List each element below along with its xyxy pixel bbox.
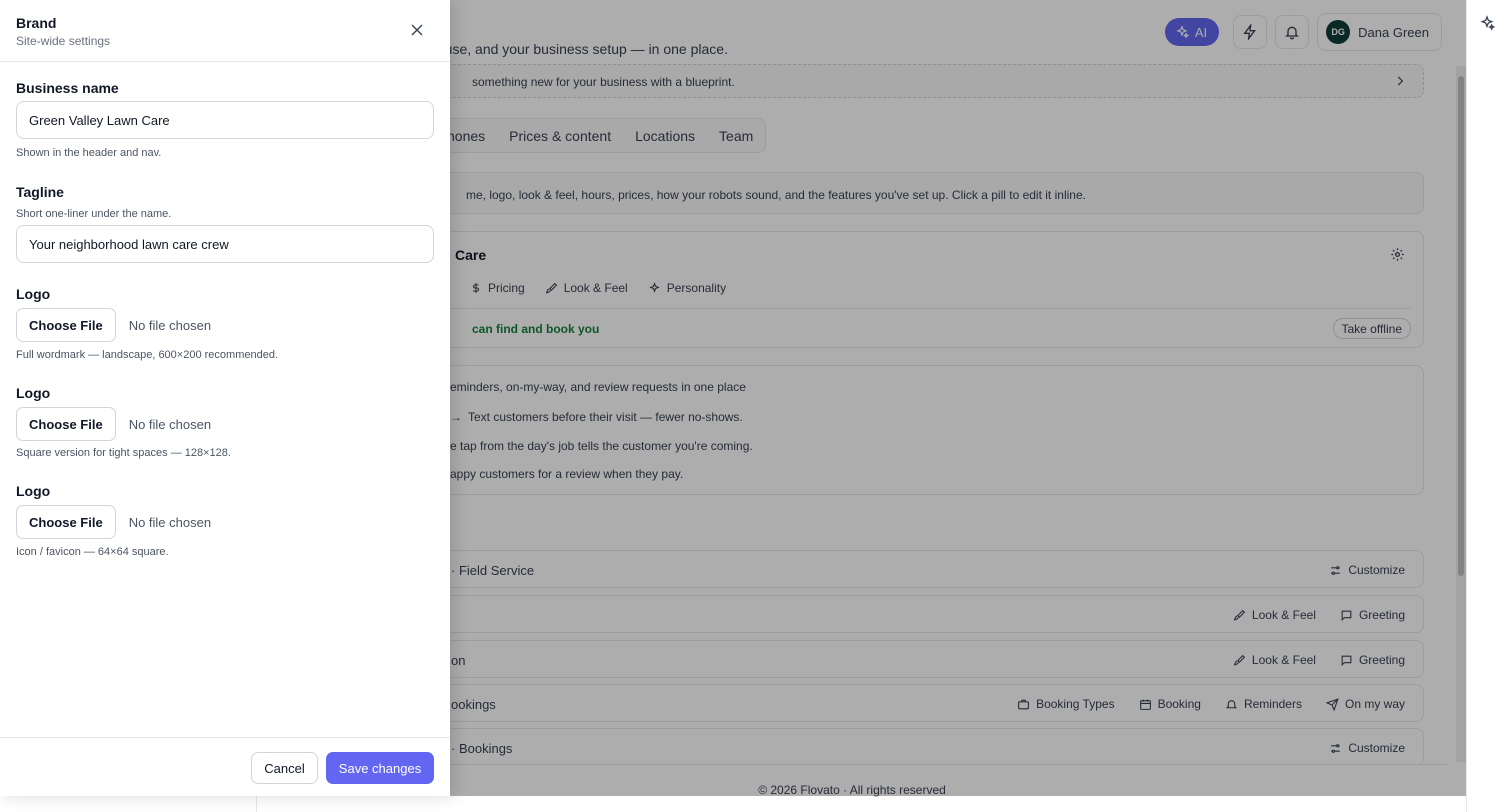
assistant-strip (1466, 0, 1506, 812)
file-status: No file chosen (128, 416, 212, 432)
file-status: No file chosen (128, 317, 212, 333)
sparkles-icon[interactable] (1479, 15, 1495, 31)
tagline-input[interactable] (16, 225, 434, 263)
business-name-input[interactable] (16, 101, 434, 139)
logo-label: Logo (16, 385, 51, 401)
file-status: No file chosen (128, 514, 212, 530)
choose-file-button[interactable]: Choose File (16, 505, 116, 539)
drawer-footer: Cancel Save changes (0, 737, 450, 796)
choose-file-button[interactable]: Choose File (16, 407, 116, 441)
close-icon (411, 24, 423, 36)
drawer-header: Brand Site-wide settings (0, 0, 450, 62)
logo-icon-file-input: Choose File No file chosen (16, 505, 211, 539)
cancel-button[interactable]: Cancel (251, 752, 318, 784)
logo-help: Full wordmark — landscape, 600×200 recom… (16, 349, 278, 361)
choose-file-button[interactable]: Choose File (16, 308, 116, 342)
logo-help: Square version for tight spaces — 128×12… (16, 447, 231, 459)
logo-label: Logo (16, 286, 51, 302)
logo-square-file-input: Choose File No file chosen (16, 407, 211, 441)
close-button[interactable] (407, 20, 427, 40)
tagline-help: Short one-liner under the name. (16, 208, 172, 220)
save-button[interactable]: Save changes (326, 752, 434, 784)
brand-drawer: Brand Site-wide settings Business name S… (0, 0, 450, 796)
drawer-subtitle: Site-wide settings (16, 34, 111, 48)
logo-wordmark-file-input: Choose File No file chosen (16, 308, 211, 342)
tagline-label: Tagline (16, 184, 64, 200)
logo-label: Logo (16, 483, 51, 499)
logo-help: Icon / favicon — 64×64 square. (16, 546, 169, 558)
drawer-title: Brand (16, 15, 57, 31)
business-name-help: Shown in the header and nav. (16, 147, 162, 159)
business-name-label: Business name (16, 80, 119, 96)
